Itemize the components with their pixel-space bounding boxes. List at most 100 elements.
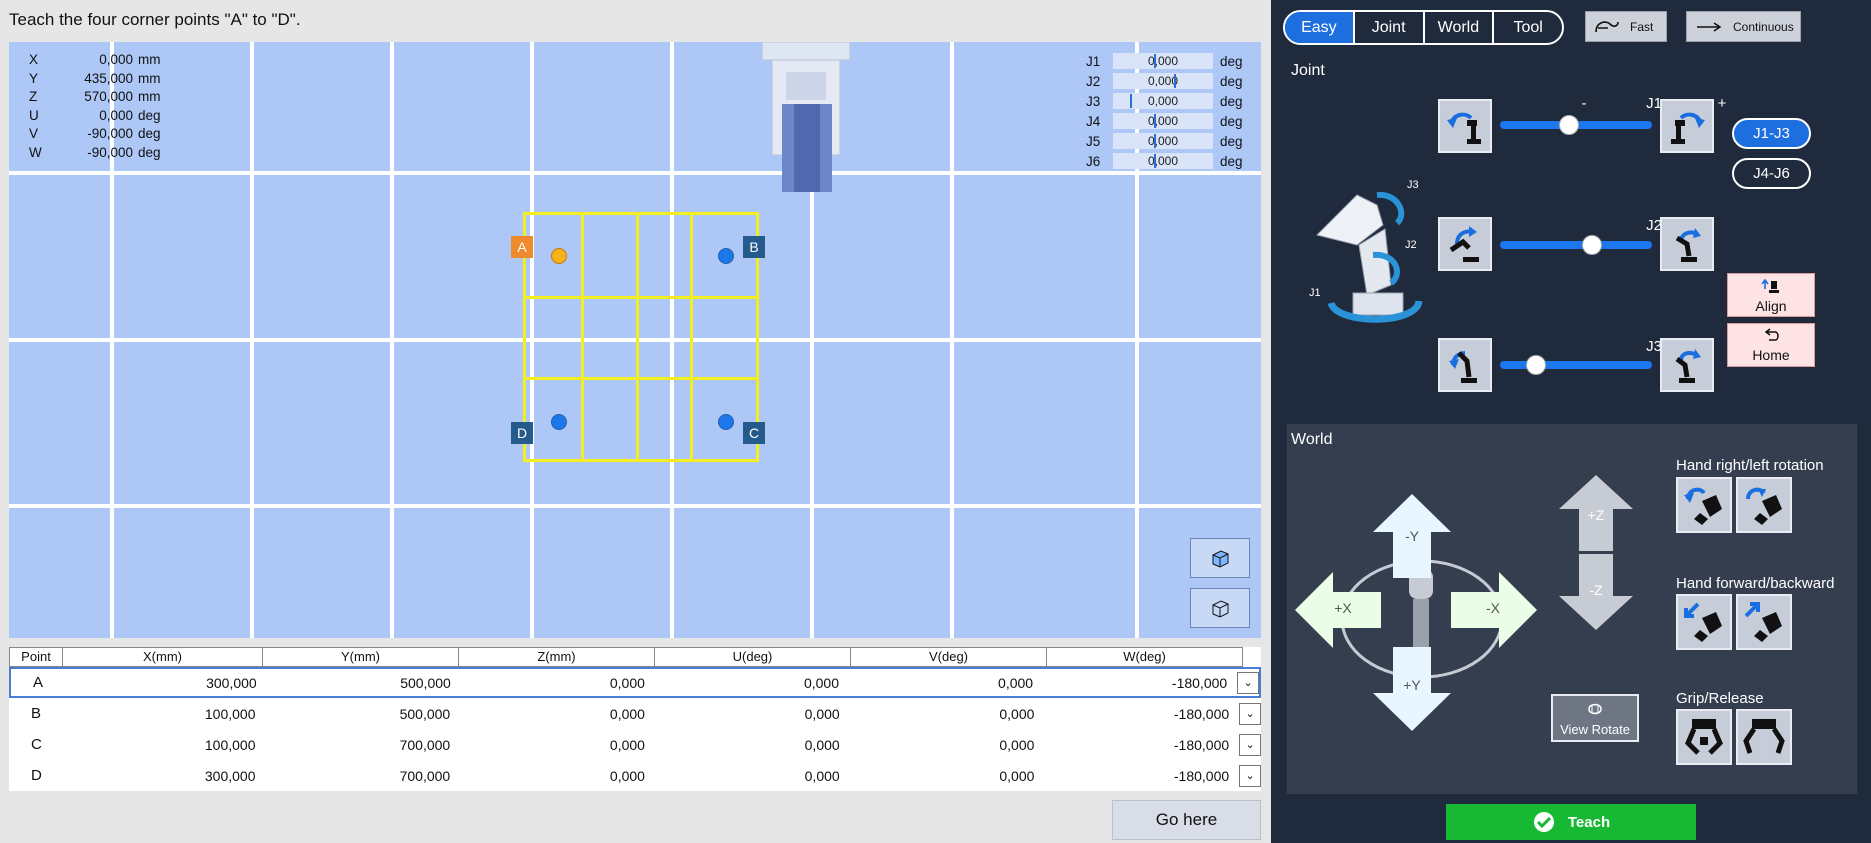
joint-row: J3 0,000 deg: [1086, 91, 1251, 111]
joint-value: 0,000: [1147, 94, 1179, 108]
move-plus-y-button[interactable]: +Y: [1373, 647, 1451, 731]
move-plus-x-button[interactable]: +X: [1295, 572, 1381, 648]
row-dropdown-button[interactable]: ⌄: [1239, 733, 1262, 756]
point-marker-d[interactable]: D: [511, 422, 533, 444]
row-dropdown-button[interactable]: ⌄: [1239, 702, 1262, 725]
point-marker-b[interactable]: B: [743, 236, 765, 258]
plus-z-label: +Z: [1587, 507, 1605, 523]
joint-level-marker: [1154, 114, 1156, 128]
j1-slider-knob[interactable]: [1559, 115, 1579, 135]
j1-minus-button[interactable]: [1438, 99, 1492, 153]
grip-button[interactable]: [1676, 709, 1732, 765]
hand-forward-label: Hand forward/backward: [1676, 575, 1835, 592]
hand-rotate-cw-icon: [1746, 487, 1782, 525]
table-cell: -180,000: [1171, 674, 1228, 691]
tab-tool[interactable]: Tool: [1492, 12, 1562, 43]
table-header: Point X(mm) Y(mm) Z(mm) U(deg) V(deg) W(deg): [9, 647, 1261, 667]
j3-plus-button[interactable]: [1660, 338, 1714, 392]
j3-slider-knob[interactable]: [1526, 355, 1546, 375]
joint-value: 0,000: [1147, 134, 1179, 148]
minus-z-label: -Z: [1589, 582, 1603, 598]
robot-view[interactable]: X 0,000 mm Y 435,000 mm Z 570,000 mm U 0,000 deg…: [9, 42, 1261, 638]
hand-backward-button[interactable]: [1676, 594, 1732, 650]
j3-minus-button[interactable]: [1438, 338, 1492, 392]
j1-plus-button[interactable]: [1660, 99, 1714, 153]
j1-minus-label: -: [1581, 95, 1587, 112]
j2-slider[interactable]: [1500, 235, 1652, 255]
position-readout: X 0,000 mm Y 435,000 mm Z 570,000 mm U 0,000 deg…: [29, 52, 161, 160]
continuous-button[interactable]: Continuous: [1686, 11, 1801, 42]
joint-section-title: Joint: [1291, 62, 1325, 79]
table-cell: 0,000: [609, 674, 645, 691]
table-row[interactable]: B 100,000 500,000 0,000 0,000 0,000 -180,000 ⌄: [9, 698, 1262, 729]
column-header: Point: [9, 647, 63, 667]
point-marker-c[interactable]: C: [743, 422, 765, 444]
j1-slider[interactable]: [1500, 115, 1652, 135]
point-dot-a[interactable]: [551, 248, 567, 264]
rotate-left-button[interactable]: [1736, 477, 1792, 533]
tab-joint[interactable]: Joint: [1352, 12, 1423, 43]
speed-icon: [1595, 20, 1619, 32]
table-cell: C: [31, 736, 42, 753]
release-button[interactable]: [1736, 709, 1792, 765]
table-cell: 700,000: [399, 767, 451, 784]
hand-forward-button[interactable]: [1736, 594, 1792, 650]
robot-tilt-back-icon: [1449, 226, 1479, 262]
point-dot-b[interactable]: [718, 248, 734, 264]
instruction-text: Teach the four corner points "A" to "D".: [9, 10, 301, 29]
j2-minus-button[interactable]: [1438, 217, 1492, 271]
robot-rotate-left-icon: [1447, 112, 1481, 144]
j2-plus-button[interactable]: [1660, 217, 1714, 271]
joint-value-bar: 0,000: [1113, 133, 1213, 149]
j4-j6-button[interactable]: J4-J6: [1732, 158, 1811, 189]
table-cell: 500,000: [400, 674, 451, 691]
move-minus-y-button[interactable]: -Y: [1373, 494, 1451, 578]
joint-level-marker: [1154, 54, 1156, 68]
table-cell: 700,000: [399, 736, 451, 753]
minus-y-label: -Y: [1405, 528, 1419, 544]
joint-row: J1 0,000 deg: [1086, 51, 1251, 71]
view-iso-button[interactable]: [1190, 538, 1250, 578]
tab-easy[interactable]: Easy: [1285, 12, 1353, 43]
go-here-button[interactable]: Go here: [1112, 800, 1261, 840]
j2-slider-knob[interactable]: [1582, 235, 1602, 255]
point-marker-a[interactable]: A: [511, 236, 533, 258]
view-front-button[interactable]: [1190, 588, 1250, 628]
table-row[interactable]: A 300,000 500,000 0,000 0,000 0,000 -180,000 ⌄: [9, 667, 1261, 698]
align-icon: [1761, 278, 1779, 293]
joint-level-marker: [1154, 134, 1156, 148]
speed-button[interactable]: Fast: [1585, 11, 1667, 42]
table-cell: 0,000: [804, 736, 840, 753]
home-button[interactable]: Home: [1727, 323, 1815, 367]
rotate-right-button[interactable]: [1676, 477, 1732, 533]
view-rotate-button[interactable]: View Rotate: [1551, 694, 1639, 742]
cube-outline-icon: [1212, 600, 1229, 618]
table-row[interactable]: D 300,000 700,000 0,000 0,000 0,000 -180,000 ⌄: [9, 760, 1262, 791]
joint-value-bar: 0,000: [1113, 153, 1213, 169]
row-dropdown-button[interactable]: ⌄: [1239, 764, 1262, 787]
move-plus-z-button[interactable]: +Z: [1559, 475, 1633, 551]
point-dot-c[interactable]: [718, 414, 734, 430]
j1-j3-button[interactable]: J1-J3: [1732, 118, 1811, 149]
joint-label: J1: [1086, 53, 1101, 69]
j3-slider[interactable]: [1500, 355, 1652, 375]
column-header: U(deg): [655, 647, 851, 667]
j1-plus-label: +: [1717, 95, 1727, 112]
move-minus-x-button[interactable]: -X: [1451, 572, 1537, 648]
row-dropdown-button[interactable]: ⌄: [1237, 671, 1259, 694]
table-cell: 0,000: [999, 736, 1035, 753]
point-dot-d[interactable]: [551, 414, 567, 430]
table-row[interactable]: C 100,000 700,000 0,000 0,000 0,000 -180,000 ⌄: [9, 729, 1262, 760]
joint-level-marker: [1174, 74, 1176, 88]
plus-y-label: +Y: [1403, 677, 1421, 693]
joint-unit: deg: [1220, 53, 1243, 69]
align-button[interactable]: Align: [1727, 273, 1815, 317]
tab-world[interactable]: World: [1422, 12, 1493, 43]
table-cell: 0,000: [998, 674, 1034, 691]
table-cell: 0,000: [609, 767, 645, 784]
hand-back-icon: [1684, 602, 1722, 642]
move-minus-z-button[interactable]: -Z: [1559, 554, 1633, 630]
column-header: X(mm): [63, 647, 263, 667]
teach-button[interactable]: Teach: [1446, 804, 1696, 840]
table-cell: 0,000: [803, 674, 839, 691]
